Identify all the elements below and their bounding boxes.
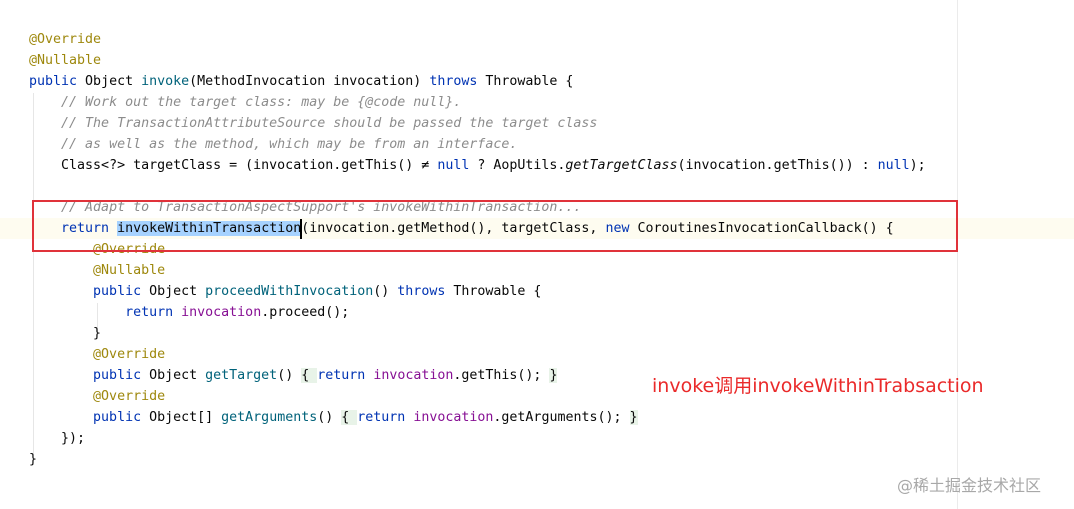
code-token: .getThis(); <box>453 368 550 383</box>
code-token: invocation <box>413 410 494 425</box>
highlight-box <box>32 200 958 252</box>
code-token: } <box>549 368 558 383</box>
watermark: @稀土掘金技术社区 <box>897 476 1042 495</box>
code-line[interactable]: // as well as the method, which may be f… <box>0 134 1074 155</box>
code-token: } <box>29 452 38 467</box>
code-token: @Nullable <box>29 53 102 68</box>
code-token: getArguments <box>221 410 318 425</box>
code-token: invocation <box>181 305 262 320</box>
code-token: Class<?> targetClass = (invocation.getTh… <box>61 158 422 173</box>
code-token: proceedWithInvocation <box>205 284 374 299</box>
code-token: .proceed(); <box>261 305 350 320</box>
code-token: return <box>357 410 406 425</box>
code-line[interactable]: @Override <box>0 29 1074 50</box>
code-token: ? AopUtils. <box>469 158 566 173</box>
code-token: Object <box>141 368 206 383</box>
code-token: // The TransactionAttributeSource should… <box>61 116 598 131</box>
code-token: { <box>341 410 358 425</box>
code-token: getTarget <box>205 368 278 383</box>
code-token: @Nullable <box>93 263 166 278</box>
code-token: // as well as the method, which may be f… <box>61 137 518 152</box>
code-token: Object[] <box>141 410 222 425</box>
code-token: @Override <box>93 347 166 362</box>
code-token: Object <box>77 74 142 89</box>
code-line[interactable]: Class<?> targetClass = (invocation.getTh… <box>0 155 1074 176</box>
code-token: invoke <box>141 74 190 89</box>
code-line[interactable]: public Object proceedWithInvocation() th… <box>0 281 1074 302</box>
code-token: Object <box>141 284 206 299</box>
code-token: public <box>93 368 142 383</box>
code-token: invocation <box>373 368 454 383</box>
code-token: return <box>125 305 174 320</box>
code-token: () <box>373 284 398 299</box>
code-line[interactable]: return invocation.proceed(); <box>0 302 1074 323</box>
code-token: @Override <box>29 32 102 47</box>
annotation-note: invoke调用invokeWithinTrabsaction <box>652 375 984 397</box>
code-token: ); <box>909 158 926 173</box>
code-token: } <box>629 410 638 425</box>
code-token: throws <box>397 284 446 299</box>
code-token: Throwable { <box>445 284 542 299</box>
code-token: }); <box>61 431 86 446</box>
code-token: return <box>317 368 366 383</box>
code-token: } <box>93 326 102 341</box>
code-line[interactable]: @Nullable <box>0 260 1074 281</box>
code-token: () <box>317 410 342 425</box>
code-line[interactable]: // Work out the target class: may be {@c… <box>0 92 1074 113</box>
code-token: .getArguments(); <box>493 410 630 425</box>
code-token: null <box>877 158 910 173</box>
code-token: (MethodInvocation invocation) <box>189 74 430 89</box>
code-token: @Override <box>93 389 166 404</box>
code-token: public <box>93 410 142 425</box>
code-token: getTargetClass <box>565 158 678 173</box>
code-line[interactable] <box>0 176 1074 197</box>
code-token: Throwable { <box>477 74 574 89</box>
code-token: () <box>277 368 302 383</box>
code-token: public <box>29 74 78 89</box>
code-token: (invocation.getThis()) : <box>677 158 878 173</box>
code-token: // Work out the target class: may be {@c… <box>61 95 462 110</box>
code-token: throws <box>429 74 478 89</box>
code-token: null <box>437 158 470 173</box>
code-line[interactable]: public Object invoke(MethodInvocation in… <box>0 71 1074 92</box>
code-line[interactable]: }); <box>0 428 1074 449</box>
code-line[interactable]: } <box>0 323 1074 344</box>
code-line[interactable]: } <box>0 449 1074 470</box>
code-line[interactable]: public Object[] getArguments() { return … <box>0 407 1074 428</box>
code-token: { <box>301 368 318 383</box>
code-token: public <box>93 284 142 299</box>
code-line[interactable]: // The TransactionAttributeSource should… <box>0 113 1074 134</box>
code-line[interactable]: @Nullable <box>0 50 1074 71</box>
code-line[interactable]: @Override <box>0 344 1074 365</box>
